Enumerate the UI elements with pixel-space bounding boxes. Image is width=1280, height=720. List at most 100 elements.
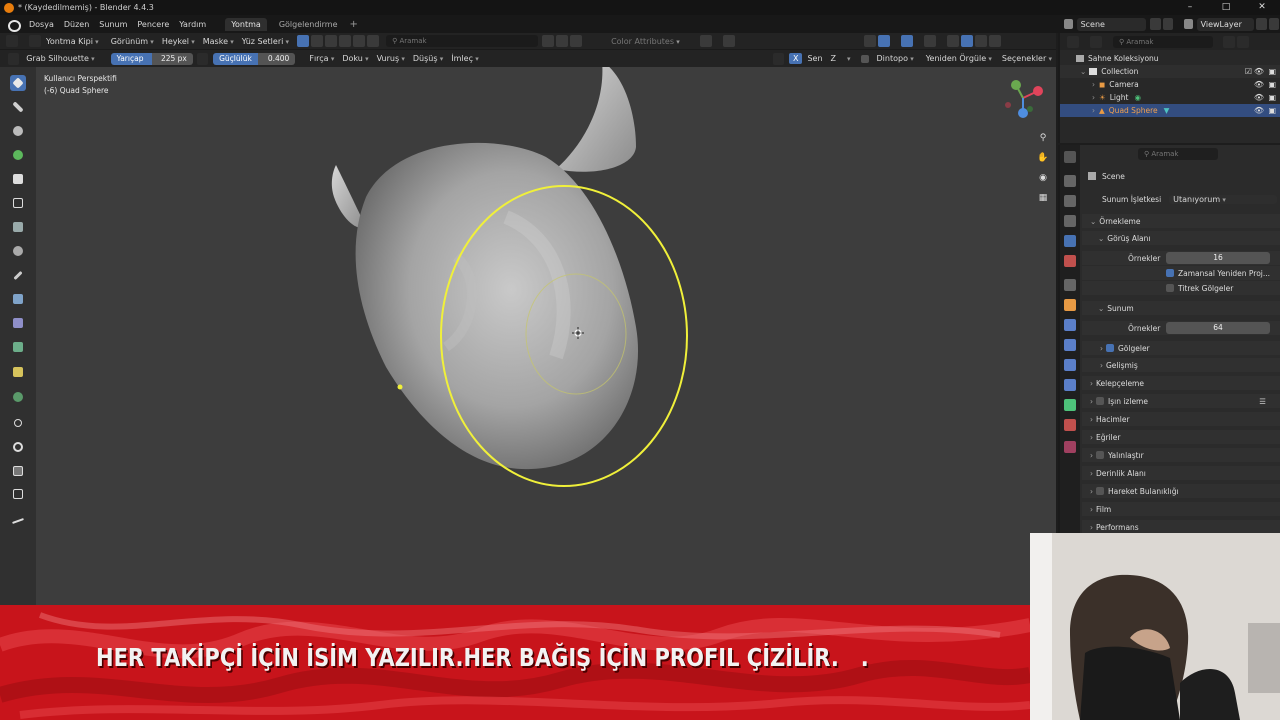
brush-dropdown[interactable]: Grab Silhouette	[22, 54, 98, 63]
section-render[interactable]: ⌄ Sunum	[1082, 301, 1280, 315]
3d-viewport[interactable]: Kullanıcı Perspektifi (-6) Quad Sphere ⚲…	[36, 67, 1056, 605]
menu-sculpt[interactable]: Heykel	[158, 37, 199, 46]
tool-face-set[interactable]	[10, 219, 26, 235]
collection-row[interactable]: ⌄ Collection ☑ 👁 ▣	[1060, 65, 1280, 78]
menu-brush[interactable]: Fırça	[305, 54, 338, 63]
tab-view-layer-icon[interactable]	[1064, 215, 1076, 227]
tab-modifier-icon[interactable]	[1064, 319, 1076, 331]
add-workspace-button[interactable]: +	[350, 19, 358, 30]
tool-transform[interactable]	[10, 486, 26, 502]
pen-pressure-icon[interactable]	[196, 52, 209, 65]
strength-slider[interactable]: Güçlülük 0.400	[213, 52, 296, 65]
tab-tool-icon[interactable]	[1064, 151, 1076, 163]
tab-constraints-icon[interactable]	[1064, 379, 1076, 391]
section-depth-of-field[interactable]: › Derinlik Alanı	[1082, 466, 1280, 480]
section-performance[interactable]: › Performans	[1082, 520, 1280, 534]
navigation-gizmo[interactable]	[1000, 75, 1046, 121]
tab-render-icon[interactable]	[1064, 175, 1076, 187]
temporal-reprojection-checkbox[interactable]	[1166, 269, 1174, 277]
axis-x-icon[interactable]	[1033, 86, 1043, 96]
shading-material-icon[interactable]	[974, 35, 987, 47]
scene-selector[interactable]: Scene	[1076, 17, 1147, 31]
tool-brush-active[interactable]	[10, 75, 26, 91]
render-engine-dropdown[interactable]: Utanıyorum	[1169, 194, 1278, 204]
delete-viewlayer-icon[interactable]	[1268, 18, 1279, 30]
axis-y-icon[interactable]	[1011, 80, 1021, 90]
mode-dropdown[interactable]: Yontma Kipi	[42, 37, 103, 46]
section-film[interactable]: › Film	[1082, 502, 1280, 516]
section-volumes[interactable]: › Hacimler	[1082, 412, 1280, 426]
section-curves[interactable]: › Eğriler	[1082, 430, 1280, 444]
new-scene-icon[interactable]	[1150, 18, 1161, 30]
section-sampling[interactable]: ⌄ Örnekleme	[1082, 214, 1280, 228]
menu-help[interactable]: Yardım	[174, 20, 211, 29]
tool-rotate[interactable]	[10, 439, 26, 455]
ortho-grid-icon[interactable]: ▦	[1036, 191, 1050, 205]
shading-wireframe-icon[interactable]	[946, 35, 959, 47]
menu-window[interactable]: Pencere	[132, 20, 174, 29]
sculpt-canvas[interactable]	[36, 67, 1056, 605]
tab-material-icon[interactable]	[1064, 419, 1076, 431]
tab-physics-icon[interactable]	[1064, 359, 1076, 371]
menu-edit[interactable]: Düzen	[59, 20, 94, 29]
new-viewlayer-icon[interactable]	[1256, 18, 1267, 30]
zoom-icon[interactable]: ⚲	[1036, 131, 1050, 145]
xray-toggle-icon[interactable]	[923, 35, 936, 47]
menu-falloff[interactable]: Düşüş	[409, 54, 447, 63]
tab-collection-icon[interactable]	[1064, 279, 1076, 291]
brush-selector-icon[interactable]	[297, 35, 310, 47]
quad-sphere-mesh[interactable]	[331, 67, 639, 470]
tool-color-filter-2[interactable]	[10, 339, 26, 355]
filter-icon[interactable]	[1223, 35, 1235, 48]
dyntopo-toggle[interactable]: Dintopo	[860, 54, 918, 63]
temporal-reprojection-row[interactable]: Zamansal Yeniden Proj...	[1082, 266, 1280, 280]
tab-texture-icon[interactable]	[1064, 441, 1076, 453]
menu-texture[interactable]: Doku	[338, 54, 372, 63]
viewport-samples-field[interactable]: 16	[1166, 252, 1270, 264]
asset-shelf-icon[interactable]	[556, 35, 569, 47]
mirror-y-toggle[interactable]: Sen	[804, 53, 825, 64]
menu-mask[interactable]: Maske	[199, 37, 238, 46]
pan-hand-icon[interactable]: ✋	[1036, 151, 1050, 165]
brush-preset-icon-3[interactable]	[339, 35, 352, 47]
brush-preset-icon-4[interactable]	[353, 35, 366, 47]
simplify-checkbox[interactable]	[1096, 451, 1104, 459]
mirror-x-toggle[interactable]: X	[788, 53, 803, 64]
axis-z-icon[interactable]	[1018, 108, 1028, 118]
tab-output-icon[interactable]	[1064, 195, 1076, 207]
menu-render[interactable]: Sunum	[94, 20, 132, 29]
tool-cloth-filter[interactable]	[10, 315, 26, 331]
brush-preset-icon-5[interactable]	[367, 35, 380, 47]
menu-view[interactable]: Görünüm	[107, 37, 158, 46]
editor-type-icon[interactable]	[6, 35, 18, 47]
viewlayer-selector[interactable]: ViewLayer	[1196, 17, 1255, 31]
jitter-shadows-row[interactable]: Titrek Gölgeler	[1082, 281, 1280, 295]
raytracing-checkbox[interactable]	[1096, 397, 1104, 405]
tool-move[interactable]	[10, 415, 26, 431]
symmetry-icon[interactable]	[699, 35, 712, 47]
list-icon[interactable]: ☰	[1259, 397, 1266, 406]
menu-cursor[interactable]: İmleç	[447, 54, 482, 63]
mirror-z-toggle[interactable]: Z	[828, 53, 839, 64]
section-clamping[interactable]: › Kelepçeleme	[1082, 376, 1280, 390]
menu-stroke[interactable]: Vuruş	[373, 54, 409, 63]
tab-object-icon[interactable]	[1064, 299, 1076, 311]
overlay-toggle-icon[interactable]	[900, 35, 913, 47]
section-raytracing[interactable]: › Işın izleme ☰	[1082, 394, 1280, 408]
gizmo-toggle-icon[interactable]	[877, 35, 890, 47]
brush-search-input[interactable]: ⚲ Aramak	[386, 35, 539, 47]
tab-particles-icon[interactable]	[1064, 339, 1076, 351]
menu-file[interactable]: Dosya	[24, 20, 59, 29]
section-advanced[interactable]: › Gelişmiş	[1082, 358, 1280, 372]
shading-solid-icon[interactable]	[960, 35, 973, 47]
blender-menu-icon[interactable]	[6, 17, 21, 32]
tool-mask[interactable]	[10, 171, 26, 187]
symmetry-dropdown[interactable]	[843, 54, 855, 63]
tool-mesh-filter[interactable]	[10, 291, 26, 307]
tab-data-icon[interactable]	[1064, 399, 1076, 411]
tool-trim[interactable]	[10, 243, 26, 259]
outliner-item-light[interactable]: › ☀ Light ◉ 👁 ▣	[1060, 91, 1280, 104]
motion-blur-checkbox[interactable]	[1096, 487, 1104, 495]
shadows-checkbox[interactable]	[1106, 344, 1114, 352]
brush-preset-icon-2[interactable]	[325, 35, 338, 47]
